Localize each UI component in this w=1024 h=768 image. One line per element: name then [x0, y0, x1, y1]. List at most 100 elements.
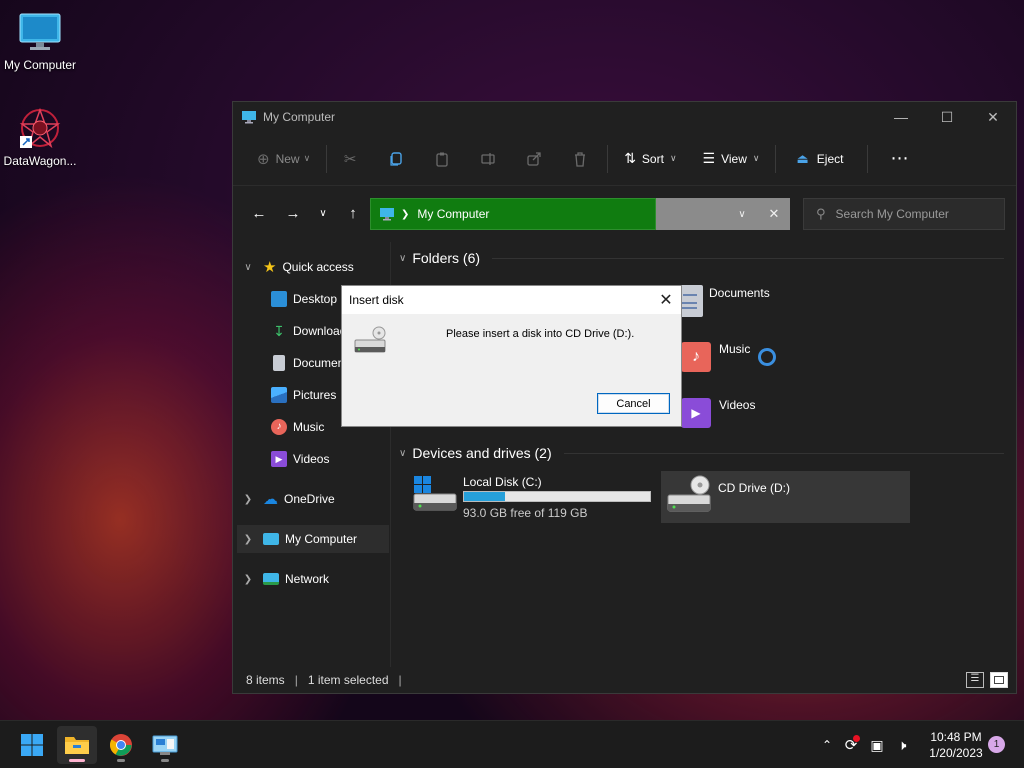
folder-item-documents[interactable]: Documents [667, 285, 770, 317]
sort-button[interactable]: ⇅ Sort ∨ [616, 141, 684, 177]
sidebar-item-my-computer[interactable]: ❯ My Computer [237, 525, 389, 553]
folder-item-music-real[interactable]: ♪ Music [681, 342, 777, 372]
dialog-title-bar[interactable]: Insert disk ✕ [342, 286, 681, 314]
desktop-icon [271, 291, 287, 307]
cancel-button[interactable]: Cancel [597, 393, 670, 414]
network-status-icon[interactable]: ▣ [864, 737, 890, 754]
sidebar-item-quick-access[interactable]: ∨ ★ Quick access [241, 253, 389, 281]
paste-button[interactable] [427, 144, 457, 174]
rename-button[interactable] [473, 144, 503, 174]
more-icon: ⋯ [890, 148, 910, 168]
clock[interactable]: 10:48 PM 1/20/2023 [918, 729, 994, 761]
monitor-icon [380, 208, 394, 221]
cut-button[interactable]: ✂ [335, 144, 365, 174]
more-options-button[interactable]: ⋯ [882, 141, 917, 177]
clock-date: 1/20/2023 [929, 746, 983, 760]
sidebar-label: Music [293, 420, 325, 434]
sidebar-label: Pictures [293, 388, 337, 402]
desktop-icon-my-computer[interactable]: My Computer [0, 10, 80, 72]
selection-count: 1 item selected [307, 673, 389, 687]
section-divider [492, 257, 1004, 259]
drive-label: Local Disk (C:) [463, 475, 542, 489]
cloud-icon: ☁ [263, 491, 278, 508]
taskbar-file-explorer[interactable] [57, 726, 97, 764]
search-box[interactable]: ⚲ Search My Computer [803, 198, 1005, 230]
drive-item-cd-drive[interactable]: CD Drive (D:) [661, 471, 910, 523]
sidebar-item-network[interactable]: ❯ Network [241, 565, 389, 593]
cd-drive-icon [354, 326, 386, 353]
back-button[interactable]: ← [243, 205, 275, 222]
devices-section-header[interactable]: ∨ Devices and drives (2) [399, 445, 1004, 461]
address-path[interactable]: ❯ My Computer [370, 198, 656, 230]
show-hidden-icons-button[interactable]: ⌃ [816, 738, 838, 752]
monitor-icon [263, 533, 279, 545]
address-path-label: My Computer [417, 207, 490, 221]
video-icon: ▶ [681, 398, 711, 428]
section-divider [563, 452, 1004, 454]
loading-spinner-icon [758, 348, 777, 366]
monitor-icon [242, 111, 256, 124]
chevron-down-icon: ∨ [244, 261, 252, 273]
minimize-button[interactable]: — [878, 102, 924, 132]
view-button[interactable]: ☰ View ∨ [695, 141, 768, 177]
running-indicator [117, 759, 125, 762]
sidebar-item-onedrive[interactable]: ❯ ☁ OneDrive [241, 485, 389, 513]
eject-button[interactable]: ⏏ Eject [788, 141, 851, 177]
dialog-message: Please insert a disk into CD Drive (D:). [446, 328, 635, 340]
star-icon: ★ [263, 259, 277, 276]
chevron-down-icon: ∨ [399, 252, 407, 264]
details-view-button[interactable]: ☰ [966, 672, 984, 688]
clock-time: 10:48 PM [930, 730, 982, 744]
desktop-icon-datawagon[interactable]: DataWagon... [0, 106, 80, 168]
delete-button[interactable] [565, 144, 595, 174]
address-controls: ∨ ✕ [656, 198, 790, 230]
trash-icon [575, 151, 586, 167]
share-button[interactable] [519, 144, 549, 174]
address-bar[interactable]: ❯ My Computer ∨ ✕ [370, 198, 790, 230]
chevron-down-icon: ∨ [752, 153, 760, 163]
chevron-down-icon: ∨ [399, 447, 407, 459]
title-bar[interactable]: My Computer — ☐ ✕ [233, 102, 1016, 132]
toolbar-divider [607, 144, 609, 173]
plus-circle-icon: ⊕ [257, 150, 270, 168]
maximize-button[interactable]: ☐ [924, 102, 970, 132]
taskbar-control-panel[interactable] [145, 726, 185, 764]
eject-icon: ⏏ [796, 150, 809, 166]
monitor-icon [18, 10, 62, 54]
sync-icon[interactable]: ⟳ [838, 735, 864, 754]
recent-locations-button[interactable]: ∨ [309, 208, 337, 219]
share-icon [527, 151, 541, 166]
windows-logo-icon [21, 734, 43, 756]
notification-badge[interactable]: 1 [988, 736, 1005, 753]
network-icon [263, 573, 279, 585]
dialog-close-button[interactable]: ✕ [651, 290, 681, 310]
new-button[interactable]: ⊕ New ∨ [249, 141, 318, 177]
up-button[interactable]: ↑ [337, 205, 369, 222]
folder-label: Videos [719, 398, 756, 412]
address-history-button[interactable]: ∨ [726, 209, 758, 220]
start-button[interactable] [12, 726, 52, 764]
drive-free-space: 93.0 GB free of 119 GB [463, 506, 588, 520]
taskbar-chrome[interactable] [101, 726, 141, 764]
sidebar-label: Desktop [293, 292, 338, 306]
clipboard-icon [436, 152, 448, 167]
drive-item-local-disk[interactable]: Local Disk (C:) 93.0 GB free of 119 GB [411, 472, 656, 522]
taskbar: ⌃ ⟳ ▣ 🕨 10:48 PM 1/20/2023 [0, 720, 1024, 768]
address-clear-button[interactable]: ✕ [758, 206, 790, 222]
command-bar: ⊕ New ∨ ✂ ⇅ Sort ∨ ☰ View ∨ ⏏ Eject ⋯ [233, 132, 1016, 186]
status-bar: 8 items | 1 item selected | ☰ [233, 667, 1016, 693]
storage-usage-bar [463, 491, 651, 502]
copy-button[interactable] [381, 144, 411, 174]
folder-item-videos[interactable]: ▶ Videos [681, 398, 755, 428]
copy-icon [390, 151, 402, 166]
sidebar-item-videos[interactable]: ▶ Videos [271, 445, 391, 473]
forward-button[interactable]: → [277, 205, 309, 222]
folders-section-header[interactable]: ∨ Folders (6) [399, 250, 1004, 266]
volume-icon[interactable]: 🕨 [890, 737, 914, 754]
chevron-down-icon: ∨ [669, 153, 677, 163]
close-button[interactable]: ✕ [970, 102, 1016, 132]
search-icon: ⚲ [816, 206, 826, 221]
large-icons-view-button[interactable] [990, 672, 1008, 688]
picture-icon [271, 387, 287, 403]
video-icon: ▶ [271, 451, 287, 467]
